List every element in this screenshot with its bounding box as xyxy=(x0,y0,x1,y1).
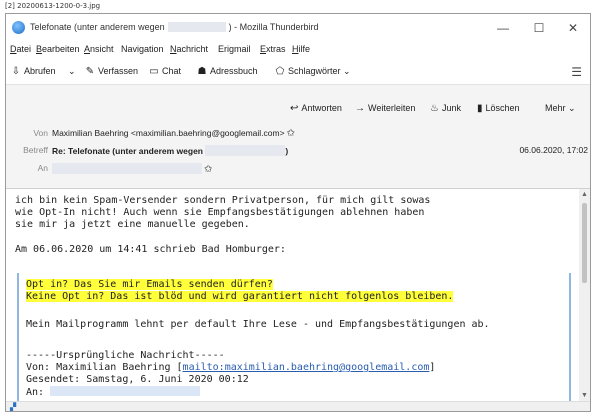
status-bar: ▞ xyxy=(6,401,590,411)
menu-bar: Datei Bearbeiten Ansicht Navigation Nach… xyxy=(6,42,590,58)
window-title-prefix: Telefonate (unter anderem wegen xyxy=(30,22,165,32)
chevron-down-icon: ⌄ xyxy=(568,103,576,113)
address-book-icon: ☗ xyxy=(197,66,207,77)
minimize-button[interactable]: — xyxy=(488,18,518,38)
maximize-button[interactable]: ☐ xyxy=(524,18,554,38)
body-line: sie mir ja jetzt eine manuelle gegeben. xyxy=(15,219,250,230)
from-label: Von xyxy=(33,128,48,138)
vertical-scrollbar[interactable]: ▲ ▼ xyxy=(579,189,590,401)
verfassen-button[interactable]: ✎ Verfassen xyxy=(84,63,138,79)
delete-button[interactable]: ▮ Löschen xyxy=(473,97,524,119)
thunderbird-window: Telefonate (unter anderem wegen ) - Mozil… xyxy=(5,13,591,412)
forward-arrow-icon: → xyxy=(355,103,365,114)
highlighted-quote-line: Opt in? Das Sie mir Emails senden dürfen… xyxy=(26,279,273,290)
original-from-line: Von: Maximilian Baehring [mailto:maximil… xyxy=(26,362,436,373)
chevron-down-icon: ⌄ xyxy=(343,66,351,76)
to-label: An xyxy=(37,163,48,173)
junk-button[interactable]: ♨ Junk xyxy=(426,97,465,119)
menu-nachricht[interactable]: Nachricht xyxy=(170,44,208,54)
schlagwoerter-button[interactable]: ⬠ Schlagwörter ⌄ xyxy=(274,63,351,79)
scroll-up-arrow-icon[interactable]: ▲ xyxy=(579,191,590,198)
title-bar: Telefonate (unter anderem wegen ) - Mozil… xyxy=(6,14,590,42)
junk-flame-icon: ♨ xyxy=(430,103,439,114)
chat-button[interactable]: ▭ Chat xyxy=(148,63,181,79)
reply-button[interactable]: ↩ Antworten xyxy=(286,97,346,119)
menu-ansicht[interactable]: Ansicht xyxy=(84,44,114,54)
chat-bubble-icon: ▭ xyxy=(149,66,159,77)
body-line: ich bin kein Spam-Versender sondern Priv… xyxy=(15,195,431,206)
redacted-block xyxy=(52,163,202,174)
window-title: Telefonate (unter anderem wegen ) - Mozil… xyxy=(30,22,318,32)
thunderbird-logo-icon xyxy=(12,21,25,34)
original-sent-line: Gesendet: Samstag, 6. Juni 2020 00:12 xyxy=(26,374,249,385)
file-label: [2] 20200613-1200-0-3.jpg xyxy=(5,2,101,10)
mailto-link[interactable]: mailto:maximilian.baehring@googlemail.co… xyxy=(183,362,430,373)
menu-navigation[interactable]: Navigation xyxy=(121,44,164,54)
subject-value: Re: Telefonate (unter anderem wegen ) xyxy=(52,145,289,156)
redacted-block xyxy=(205,145,286,156)
download-icon: ⇩ xyxy=(11,66,21,77)
star-icon[interactable]: ✩ xyxy=(287,128,295,139)
from-value[interactable]: Maximilian Baehring <maximilian.baehring… xyxy=(52,128,295,139)
original-message-header: -----Ursprüngliche Nachricht----- xyxy=(26,350,225,361)
body-line: wie Opt-In nicht! Auch wenn sie Empfangs… xyxy=(15,207,425,218)
app-menu-button[interactable]: ☰ xyxy=(571,65,582,79)
trash-icon: ▮ xyxy=(477,103,483,114)
highlighted-quote-line: Keine Opt in? Das ist blöd und wird gara… xyxy=(26,291,454,302)
to-value[interactable]: ✩ xyxy=(52,163,212,175)
redacted-block xyxy=(50,386,201,396)
original-to-line: An: xyxy=(26,386,201,399)
adressbuch-button[interactable]: ☗ Adressbuch xyxy=(196,63,258,79)
close-button[interactable]: ✕ xyxy=(558,18,588,38)
more-button[interactable]: Mehr ⌄ xyxy=(541,97,580,119)
message-header-pane: ↩ Antworten → Weiterleiten ♨ Junk ▮ Löschen … xyxy=(6,85,590,188)
menu-enigmail[interactable]: Erigmail xyxy=(218,44,251,54)
quote-bar-right xyxy=(569,273,571,401)
forward-button[interactable]: → Weiterleiten xyxy=(351,97,419,119)
abrufen-button[interactable]: ⇩ Abrufen xyxy=(10,63,56,79)
abrufen-dropdown[interactable]: ⌄ xyxy=(68,63,76,79)
tag-icon: ⬠ xyxy=(275,66,285,77)
window-title-suffix: ) - Mozilla Thunderbird xyxy=(228,22,319,32)
hamburger-icon: ☰ xyxy=(571,65,582,79)
redacted-block xyxy=(167,22,226,32)
chevron-down-icon: ⌄ xyxy=(68,66,76,76)
quote-bar xyxy=(17,273,19,401)
quote-attribution: Am 06.06.2020 um 14:41 schrieb Bad Hombu… xyxy=(15,244,286,255)
pencil-icon: ✎ xyxy=(85,66,95,77)
reply-arrow-icon: ↩ xyxy=(290,103,299,114)
scroll-down-arrow-icon[interactable]: ▼ xyxy=(579,392,590,399)
menu-bearbeiten[interactable]: Bearbeiten xyxy=(36,44,80,54)
main-toolbar: ⇩ Abrufen ⌄ ✎ Verfassen ▭ Chat ☗ Adressbuch … xyxy=(6,60,590,82)
message-date: 06.06.2020, 17:02 xyxy=(519,145,588,155)
message-body[interactable]: ich bin kein Spam-Versender sondern Priv… xyxy=(6,189,579,401)
menu-datei[interactable]: Datei xyxy=(10,44,31,54)
quote-line: Mein Mailprogramm lehnt per default Ihre… xyxy=(26,319,490,330)
menu-hilfe[interactable]: Hilfe xyxy=(292,44,310,54)
activity-icon[interactable]: ▞ xyxy=(10,403,16,411)
star-icon[interactable]: ✩ xyxy=(204,164,212,175)
menu-extras[interactable]: Extras xyxy=(260,44,286,54)
scrollbar-thumb[interactable] xyxy=(582,203,587,283)
subject-label: Betreff xyxy=(23,145,48,155)
